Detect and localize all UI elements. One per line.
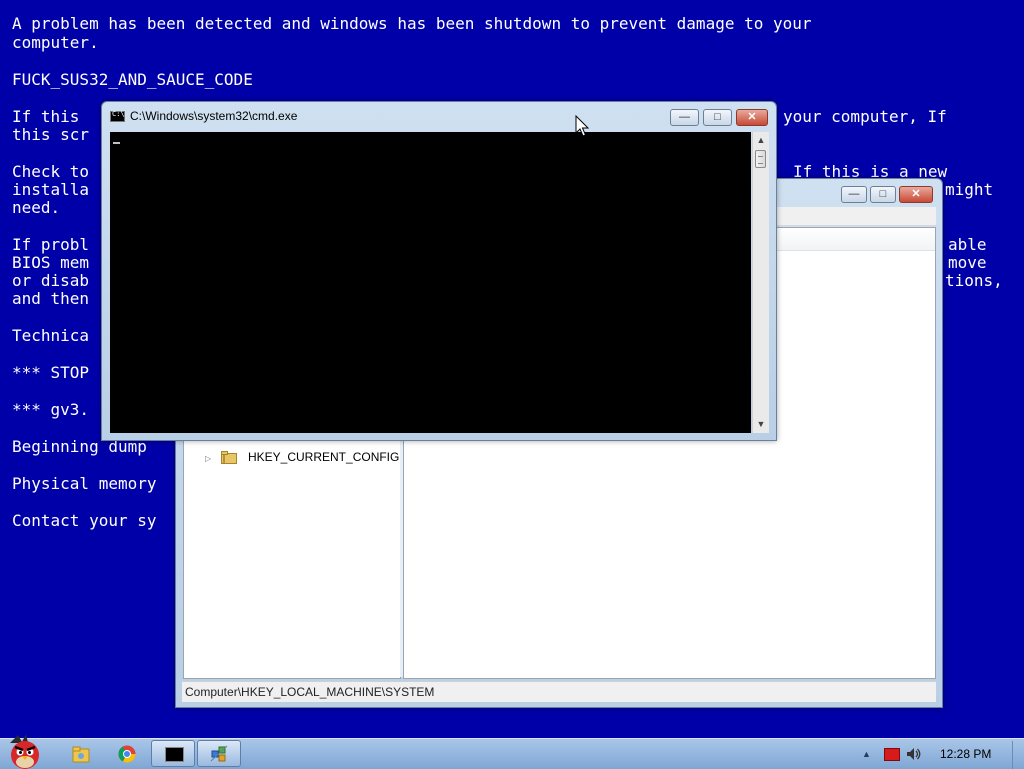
clock[interactable]: 12:28 PM (940, 747, 991, 761)
text-cursor (113, 142, 120, 144)
bsod-line: this scr (12, 125, 90, 144)
folder-icon (221, 451, 237, 464)
bsod-line: *** gv3. (12, 400, 90, 419)
chrome-icon[interactable] (118, 745, 136, 763)
taskbar: ▲ 12:28 PM (0, 734, 1024, 769)
scroll-up-button[interactable]: ▲ (753, 132, 769, 148)
bsod-line: Check to (12, 162, 90, 181)
bsod-fragment: able (948, 235, 987, 254)
vertical-scrollbar[interactable]: ▲ ▼ (752, 132, 769, 433)
console-area[interactable] (110, 132, 751, 433)
mouse-pointer-icon (575, 115, 590, 137)
tray-expand-icon[interactable]: ▲ (862, 749, 871, 759)
close-button[interactable]: ✕ (899, 186, 933, 203)
cmd-window[interactable]: C:\Windows\system32\cmd.exe — □ ✕ ▲ ▼ (101, 101, 777, 441)
bsod-line: Technica (12, 326, 90, 345)
show-desktop-button[interactable] (1012, 741, 1024, 769)
tree-item-hkey-current-config[interactable]: HKEY_CURRENT_CONFIG (248, 450, 399, 464)
bsod-line: *** STOP (12, 363, 90, 382)
scroll-thumb[interactable] (755, 150, 766, 168)
cmd-icon (165, 747, 184, 762)
action-center-flag-icon[interactable] (884, 748, 900, 761)
cmd-window-title: C:\Windows\system32\cmd.exe (130, 109, 298, 123)
explorer-icon[interactable] (72, 746, 90, 763)
taskbar-regedit-button[interactable] (197, 740, 241, 767)
bsod-fragment: move (948, 253, 987, 272)
cmd-icon (110, 110, 125, 122)
bsod-line: installa (12, 180, 90, 199)
angry-bird-start-icon[interactable] (2, 733, 48, 769)
bsod-line: FUCK_SUS32_AND_SAUCE_CODE (12, 70, 253, 89)
tree-expander-icon[interactable]: ▷ (205, 454, 211, 463)
taskbar-cmd-button[interactable] (151, 740, 195, 767)
bsod-line: need. (12, 198, 61, 217)
bsod-line: Physical memory (12, 474, 157, 493)
scroll-down-button[interactable]: ▼ (753, 416, 769, 432)
close-button[interactable]: ✕ (736, 109, 768, 126)
bsod-line: If probl (12, 235, 90, 254)
bsod-line: BIOS mem (12, 253, 90, 272)
maximize-button[interactable]: □ (703, 109, 732, 126)
bsod-line: A problem has been detected and windows … (12, 14, 812, 33)
bsod-fragment: tions, (945, 271, 1003, 290)
minimize-button[interactable]: — (841, 186, 867, 203)
bsod-fragment: might (945, 180, 994, 199)
minimize-button[interactable]: — (670, 109, 699, 126)
bsod-line: and then (12, 289, 90, 308)
regedit-icon (210, 745, 228, 762)
maximize-button[interactable]: □ (870, 186, 896, 203)
bsod-line: Contact your sy (12, 511, 157, 530)
cmd-titlebar[interactable]: C:\Windows\system32\cmd.exe — □ ✕ (102, 102, 776, 130)
status-path: Computer\HKEY_LOCAL_MACHINE\SYSTEM (185, 685, 435, 699)
volume-icon[interactable] (906, 747, 922, 761)
bsod-line: If this (12, 107, 80, 126)
bsod-fragment: your computer, If (783, 107, 947, 126)
bsod-line: computer. (12, 33, 99, 52)
bsod-line: or disab (12, 271, 90, 290)
regedit-statusbar: Computer\HKEY_LOCAL_MACHINE\SYSTEM (182, 681, 936, 702)
